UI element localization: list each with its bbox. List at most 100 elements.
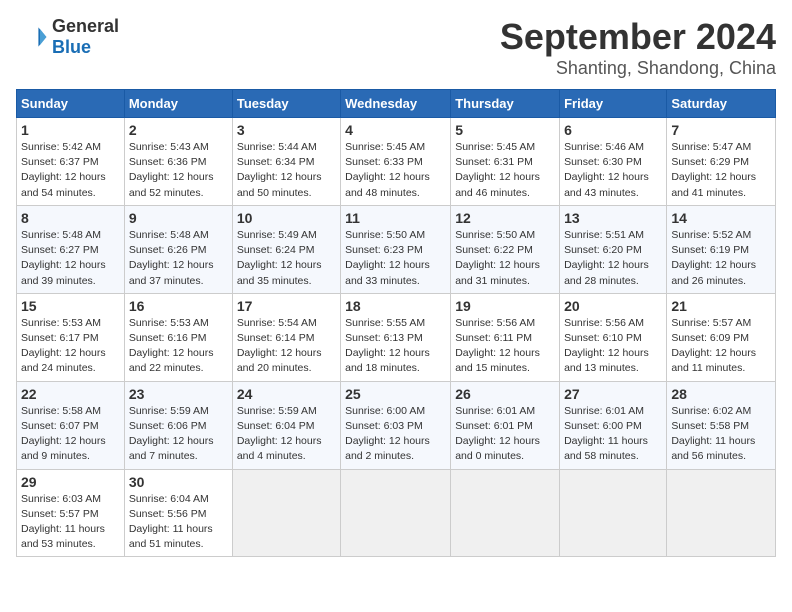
day-cell: 25 Sunrise: 6:00 AM Sunset: 6:03 PM Dayli… [341,381,451,469]
day-cell: 18 Sunrise: 5:55 AM Sunset: 6:13 PM Dayli… [341,293,451,381]
day-number: 26 [455,386,555,402]
day-cell [667,469,776,557]
weekday-header-wednesday: Wednesday [341,90,451,118]
day-number: 29 [21,474,120,490]
day-cell [341,469,451,557]
day-info: Sunrise: 5:48 AM Sunset: 6:26 PM Dayligh… [129,228,228,289]
logo-icon [16,21,48,53]
weekday-header-saturday: Saturday [667,90,776,118]
day-info: Sunrise: 6:04 AM Sunset: 5:56 PM Dayligh… [129,492,228,553]
week-row-4: 22 Sunrise: 5:58 AM Sunset: 6:07 PM Dayli… [17,381,776,469]
month-title: September 2024 [500,16,776,58]
day-number: 13 [564,210,662,226]
day-cell: 6Sunrise: 5:46 AM Sunset: 6:30 PM Daylig… [560,118,667,206]
day-number: 21 [671,298,771,314]
location-subtitle: Shanting, Shandong, China [500,58,776,79]
day-cell: 14 Sunrise: 5:52 AM Sunset: 6:19 PM Dayli… [667,205,776,293]
day-number: 27 [564,386,662,402]
day-cell: 5Sunrise: 5:45 AM Sunset: 6:31 PM Daylig… [451,118,560,206]
day-cell: 1 Sunrise: 5:42 AM Sunset: 6:37 PM Daylig… [17,118,125,206]
day-number: 15 [21,298,120,314]
day-cell: 26 Sunrise: 6:01 AM Sunset: 6:01 PM Dayli… [451,381,560,469]
day-number: 11 [345,210,446,226]
day-number: 22 [21,386,120,402]
day-number: 4 [345,122,446,138]
day-info: Sunrise: 6:01 AM Sunset: 6:01 PM Dayligh… [455,404,555,465]
day-number: 24 [237,386,336,402]
day-cell: 12 Sunrise: 5:50 AM Sunset: 6:22 PM Dayli… [451,205,560,293]
day-cell: 22 Sunrise: 5:58 AM Sunset: 6:07 PM Dayli… [17,381,125,469]
day-cell: 9 Sunrise: 5:48 AM Sunset: 6:26 PM Daylig… [124,205,232,293]
week-row-3: 15 Sunrise: 5:53 AM Sunset: 6:17 PM Dayli… [17,293,776,381]
day-info: Sunrise: 5:49 AM Sunset: 6:24 PM Dayligh… [237,228,336,289]
day-cell: 10 Sunrise: 5:49 AM Sunset: 6:24 PM Dayli… [232,205,340,293]
day-number: 14 [671,210,771,226]
day-number: 8 [21,210,120,226]
day-cell: 4 Sunrise: 5:45 AM Sunset: 6:33 PM Daylig… [341,118,451,206]
day-number: 9 [129,210,228,226]
weekday-header-sunday: Sunday [17,90,125,118]
day-info: Sunrise: 6:01 AM Sunset: 6:00 PM Dayligh… [564,404,662,465]
day-info: Sunrise: 5:50 AM Sunset: 6:22 PM Dayligh… [455,228,555,289]
day-number: 20 [564,298,662,314]
day-info: Sunrise: 5:57 AM Sunset: 6:09 PM Dayligh… [671,316,771,377]
day-cell [560,469,667,557]
day-cell: 28 Sunrise: 6:02 AM Sunset: 5:58 PM Dayli… [667,381,776,469]
calendar-table: SundayMondayTuesdayWednesdayThursdayFrid… [16,89,776,557]
day-info: Sunrise: 5:45 AM Sunset: 6:33 PM Dayligh… [345,140,446,201]
day-number: 2 [129,122,228,138]
day-number: 1 [21,122,120,138]
day-info: Sunrise: 6:00 AM Sunset: 6:03 PM Dayligh… [345,404,446,465]
weekday-header-friday: Friday [560,90,667,118]
day-cell: 8 Sunrise: 5:48 AM Sunset: 6:27 PM Daylig… [17,205,125,293]
day-info: Sunrise: 5:59 AM Sunset: 6:06 PM Dayligh… [129,404,228,465]
day-info: Sunrise: 5:45 AM Sunset: 6:31 PM Dayligh… [455,140,555,201]
day-cell: 21 Sunrise: 5:57 AM Sunset: 6:09 PM Dayli… [667,293,776,381]
day-info: Sunrise: 5:42 AM Sunset: 6:37 PM Dayligh… [21,140,120,201]
weekday-header-monday: Monday [124,90,232,118]
day-info: Sunrise: 5:52 AM Sunset: 6:19 PM Dayligh… [671,228,771,289]
day-info: Sunrise: 5:59 AM Sunset: 6:04 PM Dayligh… [237,404,336,465]
day-number: 17 [237,298,336,314]
day-info: Sunrise: 5:53 AM Sunset: 6:16 PM Dayligh… [129,316,228,377]
day-cell [451,469,560,557]
day-number: 19 [455,298,555,314]
logo: General Blue [16,16,119,58]
day-cell [232,469,340,557]
day-cell: 27 Sunrise: 6:01 AM Sunset: 6:00 PM Dayli… [560,381,667,469]
day-number: 25 [345,386,446,402]
day-cell: 24 Sunrise: 5:59 AM Sunset: 6:04 PM Dayli… [232,381,340,469]
day-cell: 13 Sunrise: 5:51 AM Sunset: 6:20 PM Dayli… [560,205,667,293]
day-cell: 3Sunrise: 5:44 AM Sunset: 6:34 PM Daylig… [232,118,340,206]
day-number: 3 [237,122,336,138]
day-info: Sunrise: 6:02 AM Sunset: 5:58 PM Dayligh… [671,404,771,465]
day-info: Sunrise: 5:47 AM Sunset: 6:29 PM Dayligh… [671,140,771,201]
day-cell: 30 Sunrise: 6:04 AM Sunset: 5:56 PM Dayli… [124,469,232,557]
day-cell: 7 Sunrise: 5:47 AM Sunset: 6:29 PM Daylig… [667,118,776,206]
day-cell: 16Sunrise: 5:53 AM Sunset: 6:16 PM Dayli… [124,293,232,381]
day-number: 28 [671,386,771,402]
day-number: 12 [455,210,555,226]
day-number: 18 [345,298,446,314]
day-cell: 11 Sunrise: 5:50 AM Sunset: 6:23 PM Dayli… [341,205,451,293]
day-info: Sunrise: 5:55 AM Sunset: 6:13 PM Dayligh… [345,316,446,377]
day-number: 7 [671,122,771,138]
day-info: Sunrise: 5:58 AM Sunset: 6:07 PM Dayligh… [21,404,120,465]
week-row-5: 29 Sunrise: 6:03 AM Sunset: 5:57 PM Dayli… [17,469,776,557]
day-cell: 23Sunrise: 5:59 AM Sunset: 6:06 PM Dayli… [124,381,232,469]
day-number: 30 [129,474,228,490]
day-info: Sunrise: 5:51 AM Sunset: 6:20 PM Dayligh… [564,228,662,289]
day-number: 10 [237,210,336,226]
day-info: Sunrise: 5:54 AM Sunset: 6:14 PM Dayligh… [237,316,336,377]
day-info: Sunrise: 6:03 AM Sunset: 5:57 PM Dayligh… [21,492,120,553]
day-cell: 19 Sunrise: 5:56 AM Sunset: 6:11 PM Dayli… [451,293,560,381]
day-info: Sunrise: 5:43 AM Sunset: 6:36 PM Dayligh… [129,140,228,201]
day-info: Sunrise: 5:50 AM Sunset: 6:23 PM Dayligh… [345,228,446,289]
week-row-1: 1 Sunrise: 5:42 AM Sunset: 6:37 PM Daylig… [17,118,776,206]
weekday-header-row: SundayMondayTuesdayWednesdayThursdayFrid… [17,90,776,118]
day-cell: 2 Sunrise: 5:43 AM Sunset: 6:36 PM Daylig… [124,118,232,206]
day-info: Sunrise: 5:53 AM Sunset: 6:17 PM Dayligh… [21,316,120,377]
day-number: 6 [564,122,662,138]
day-info: Sunrise: 5:56 AM Sunset: 6:11 PM Dayligh… [455,316,555,377]
day-info: Sunrise: 5:48 AM Sunset: 6:27 PM Dayligh… [21,228,120,289]
